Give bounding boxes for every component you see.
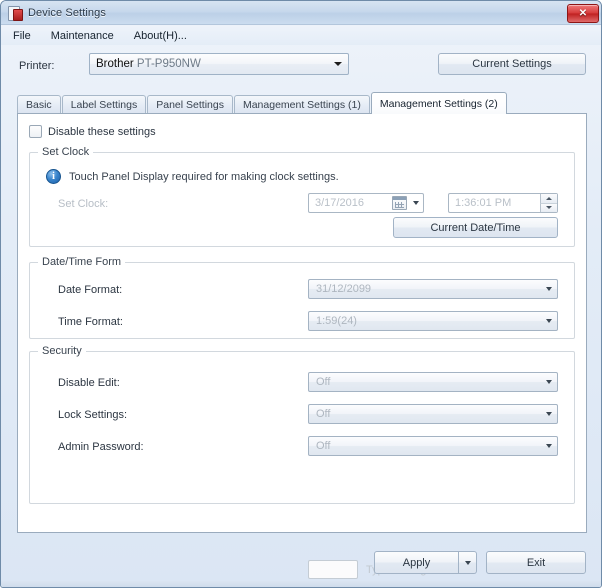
tab-management-settings-2[interactable]: Management Settings (2) (370, 92, 507, 114)
apply-dropdown-button[interactable] (459, 551, 477, 574)
management-settings-2-panel: Disable these settings Set Clock i Touch… (17, 113, 587, 579)
admin-password-dropdown[interactable]: Off (308, 436, 558, 456)
time-format-value: 1:59(24) (316, 315, 357, 327)
window-title: Device Settings (28, 6, 106, 19)
spinner-up-icon[interactable] (540, 194, 557, 204)
menu-item-file[interactable]: File (9, 28, 39, 44)
set-clock-field-label: Set Clock: (58, 198, 109, 210)
set-clock-date-picker[interactable]: 3/17/2016 (308, 193, 424, 213)
chevron-down-icon (540, 412, 557, 416)
date-time-form-group: Date/Time Form Date Format: 31/12/2099 T… (29, 256, 575, 339)
disable-these-settings-checkbox[interactable] (29, 125, 42, 138)
time-format-label: Time Format: (58, 316, 123, 328)
chevron-down-icon (329, 55, 347, 73)
lock-settings-dropdown[interactable]: Off (308, 404, 558, 424)
admin-password-label: Admin Password: (58, 441, 144, 453)
chevron-down-icon[interactable] (409, 201, 423, 205)
disable-these-settings-row[interactable]: Disable these settings (29, 125, 156, 138)
tab-strip: Basic Label Settings Panel Settings Mana… (17, 92, 587, 114)
chevron-down-icon (540, 319, 557, 323)
chevron-down-icon (540, 287, 557, 291)
printer-brand: Brother (96, 58, 134, 70)
time-spinner-buttons[interactable] (540, 194, 557, 212)
admin-password-input[interactable] (308, 560, 358, 579)
status-bar (1, 581, 601, 587)
disable-edit-value: Off (316, 376, 331, 388)
printer-selection-row: Printer: Brother PT-P950NW Current Setti… (1, 53, 601, 81)
tab-basic[interactable]: Basic (17, 95, 61, 114)
time-format-dropdown[interactable]: 1:59(24) (308, 311, 558, 331)
apply-split-button[interactable]: Apply (374, 551, 477, 574)
admin-password-value: Off (316, 440, 331, 452)
chevron-down-icon (540, 444, 557, 448)
calendar-icon[interactable] (392, 196, 407, 210)
current-datetime-button[interactable]: Current Date/Time (393, 217, 558, 238)
security-group: Security Disable Edit: Off Lock Settings… (29, 345, 575, 579)
set-clock-legend: Set Clock (38, 146, 94, 158)
current-settings-button[interactable]: Current Settings (438, 53, 586, 75)
printer-label-icon (7, 5, 23, 21)
chevron-down-icon (540, 380, 557, 384)
date-format-label: Date Format: (58, 284, 123, 296)
set-clock-time-spinner[interactable]: 1:36:01 PM (448, 193, 558, 213)
date-time-form-legend: Date/Time Form (38, 256, 126, 268)
disable-these-settings-label: Disable these settings (48, 125, 156, 138)
lock-settings-value: Off (316, 408, 331, 420)
date-format-dropdown[interactable]: 31/12/2099 (308, 279, 558, 299)
date-format-value: 31/12/2099 (316, 283, 372, 295)
info-icon: i (46, 169, 61, 184)
close-button[interactable]: ✕ (567, 4, 599, 23)
device-settings-window: Device Settings ✕ File Maintenance About… (0, 0, 602, 588)
disable-edit-dropdown[interactable]: Off (308, 372, 558, 392)
disable-edit-label: Disable Edit: (58, 377, 120, 389)
printer-model: PT-P950NW (136, 58, 201, 70)
set-clock-group: Set Clock i Touch Panel Display required… (29, 146, 575, 247)
set-clock-time-value: 1:36:01 PM (455, 197, 512, 209)
apply-button[interactable]: Apply (374, 551, 459, 574)
tab-management-settings-1[interactable]: Management Settings (1) (233, 95, 370, 114)
tab-panel-settings[interactable]: Panel Settings (147, 95, 233, 114)
security-legend: Security (38, 345, 86, 357)
printer-dropdown[interactable]: Brother PT-P950NW (89, 53, 349, 75)
printer-label: Printer: (19, 60, 55, 72)
menu-item-maintenance[interactable]: Maintenance (47, 28, 122, 44)
tab-label-settings[interactable]: Label Settings (61, 95, 147, 114)
set-clock-date-value: 3/17/2016 (315, 197, 364, 209)
menu-item-about[interactable]: About(H)... (130, 28, 195, 44)
clock-info-text: Touch Panel Display required for making … (69, 170, 339, 183)
chevron-down-icon (464, 560, 471, 565)
exit-button[interactable]: Exit (486, 551, 586, 574)
spinner-down-icon[interactable] (540, 203, 557, 212)
lock-settings-label: Lock Settings: (58, 409, 128, 421)
title-bar: Device Settings ✕ (1, 1, 601, 25)
clock-info-row: i Touch Panel Display required for makin… (46, 169, 339, 184)
menu-bar: File Maintenance About(H)... (1, 26, 601, 45)
